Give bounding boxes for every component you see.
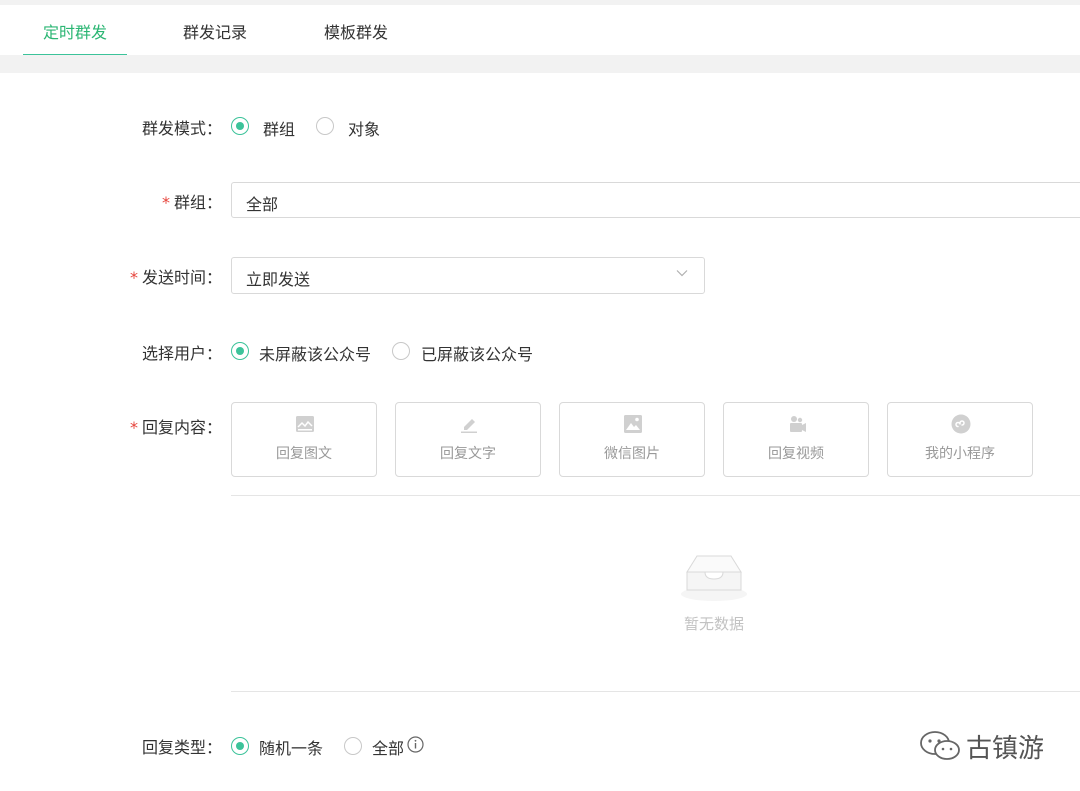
reply-text-label: 回复文字 bbox=[440, 446, 496, 462]
radio-mode-target[interactable] bbox=[316, 117, 334, 135]
pencil-icon bbox=[461, 419, 477, 433]
send-time-label: * 发送时间： bbox=[129, 268, 222, 287]
tab-broadcast-records[interactable]: 群发记录 bbox=[183, 19, 247, 43]
group-label: * 群组： bbox=[161, 193, 222, 212]
reply-picture-button[interactable]: 微信图片 bbox=[559, 402, 705, 477]
tab-scheduled-broadcast[interactable]: 定时群发 bbox=[43, 19, 107, 43]
radio-users-blocked[interactable] bbox=[392, 342, 410, 360]
mini-program-icon bbox=[951, 414, 971, 434]
radio-mode-group[interactable] bbox=[231, 117, 249, 135]
reply-picture-label: 微信图片 bbox=[604, 446, 660, 462]
radio-reply-type-all-label: 全部 bbox=[372, 739, 405, 758]
users-label: 选择用户： bbox=[141, 344, 222, 363]
reply-video-button[interactable]: 回复视频 bbox=[723, 402, 869, 477]
tab-template-broadcast[interactable]: 模板群发 bbox=[324, 19, 388, 43]
radio-mode-group-label: 群组 bbox=[263, 120, 296, 139]
radio-reply-type-random-label: 随机一条 bbox=[259, 739, 324, 758]
radio-reply-type-random[interactable] bbox=[231, 737, 249, 755]
send-time-value: 立即发送 bbox=[246, 270, 311, 289]
reply-mini-program-button[interactable]: 我的小程序 bbox=[887, 402, 1033, 477]
mode-label: 群发模式： bbox=[141, 119, 222, 138]
image-text-icon bbox=[296, 416, 314, 432]
picture-icon bbox=[624, 415, 642, 433]
video-icon bbox=[790, 416, 806, 432]
wechat-logo-icon bbox=[920, 731, 960, 760]
radio-users-unblocked[interactable] bbox=[231, 342, 249, 360]
info-icon[interactable] bbox=[407, 736, 424, 753]
radio-users-unblocked-label: 未屏蔽该公众号 bbox=[259, 345, 372, 364]
empty-inbox-icon bbox=[681, 555, 747, 601]
reply-type-label: 回复类型： bbox=[141, 738, 222, 757]
send-time-select[interactable]: 立即发送 bbox=[231, 257, 705, 294]
reply-content-list: 暂无数据 bbox=[231, 495, 1080, 692]
reply-video-label: 回复视频 bbox=[768, 446, 824, 462]
radio-reply-type-all[interactable] bbox=[344, 737, 362, 755]
group-input-value: 全部 bbox=[246, 195, 279, 214]
group-input[interactable]: 全部 bbox=[231, 182, 1080, 218]
tab-bar: 定时群发 群发记录 模板群发 bbox=[0, 5, 1080, 56]
wechat-watermark: 古镇游 bbox=[918, 728, 1058, 764]
chevron-down-icon bbox=[676, 270, 688, 277]
section-divider bbox=[0, 55, 1080, 73]
watermark-text: 古镇游 bbox=[966, 734, 1045, 764]
reply-image-text-label: 回复图文 bbox=[276, 446, 332, 462]
reply-content-label: * 回复内容： bbox=[129, 418, 222, 437]
reply-image-text-button[interactable]: 回复图文 bbox=[231, 402, 377, 477]
reply-mini-program-label: 我的小程序 bbox=[925, 446, 995, 462]
reply-text-button[interactable]: 回复文字 bbox=[395, 402, 541, 477]
radio-users-blocked-label: 已屏蔽该公众号 bbox=[421, 345, 534, 364]
empty-state-text: 暂无数据 bbox=[683, 615, 744, 633]
radio-mode-target-label: 对象 bbox=[348, 120, 381, 139]
